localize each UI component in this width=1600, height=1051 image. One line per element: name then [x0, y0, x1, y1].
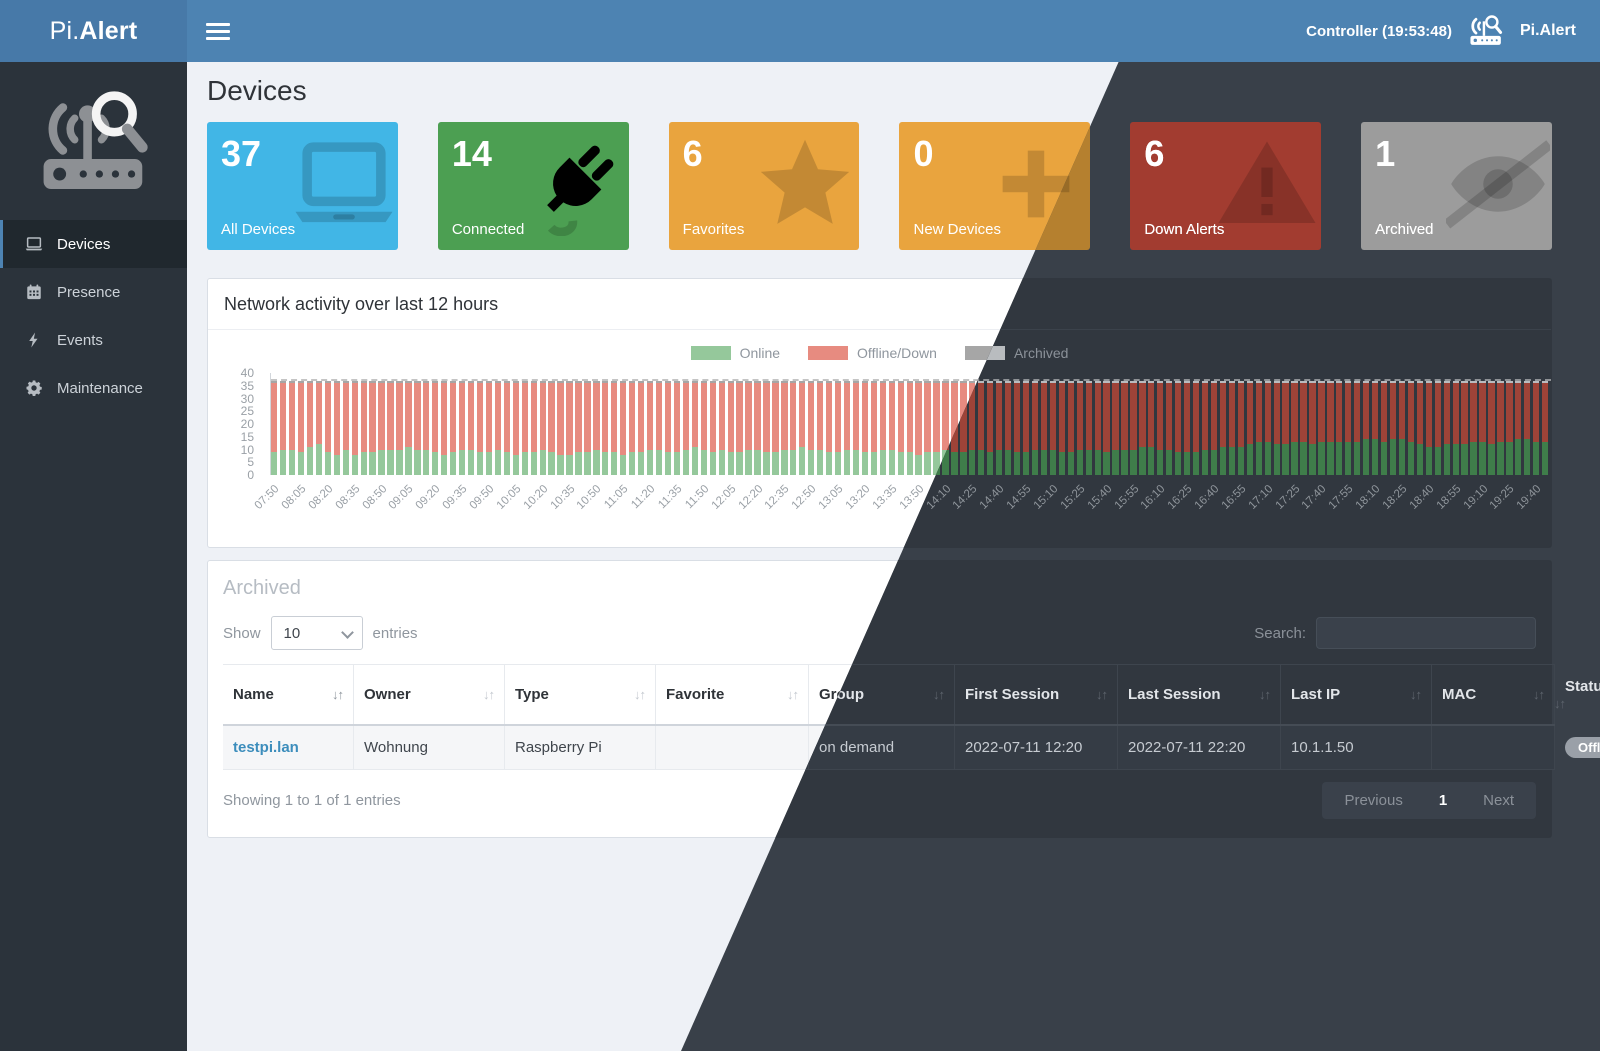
card-value: 37 [221, 135, 384, 173]
top-navbar: Pi.Alert Controller (19:53:48) [0, 0, 1600, 62]
entries-select[interactable]: 10 [271, 616, 363, 650]
cell-last-session: 2022-07-11 22:20 [1118, 725, 1281, 770]
sidebar-item-maintenance[interactable]: Maintenance [0, 364, 187, 412]
sort-icon: ↓↑ [1533, 687, 1544, 702]
sidebar-toggle-button[interactable] [206, 23, 230, 40]
cell-mac [1432, 725, 1555, 770]
brand-logo[interactable]: Pi.Alert [0, 0, 187, 62]
card-all-devices[interactable]: 37 All Devices [207, 122, 398, 250]
sidebar: Devices Presence Events Maintenance [0, 62, 187, 1051]
sort-icon: ↓↑ [787, 687, 798, 702]
sidebar-item-label: Events [57, 332, 103, 349]
card-value: 14 [452, 135, 615, 173]
column-header-last-ip[interactable]: Last IP↓↑ [1281, 665, 1432, 726]
cell-favorite [656, 725, 809, 770]
sort-icon: ↓↑ [332, 687, 343, 702]
card-label: Down Alerts [1144, 221, 1224, 238]
pialert-router-search-icon [1467, 13, 1505, 49]
cell-name[interactable]: testpi.lan [223, 725, 354, 770]
sidebar-item-label: Maintenance [57, 380, 143, 397]
sort-icon: ↓↑ [634, 687, 645, 702]
sidebar-menu: Devices Presence Events Maintenance [0, 220, 187, 412]
cell-owner: Wohnung [354, 725, 505, 770]
brand-prefix: Pi. [50, 17, 80, 46]
page-number-button[interactable]: 1 [1439, 792, 1447, 809]
card-connected[interactable]: 14 Connected [438, 122, 629, 250]
card-favorites[interactable]: 6 Favorites [669, 122, 860, 250]
card-value: 0 [913, 135, 1076, 173]
cell-first-session: 2022-07-11 12:20 [955, 725, 1118, 770]
controller-clock: Controller (19:53:48) [1306, 23, 1452, 40]
cell-type: Raspberry Pi [505, 725, 656, 770]
device-link[interactable]: testpi.lan [233, 739, 299, 756]
brand-bold: Alert [79, 17, 137, 46]
sort-icon: ↓↑ [1096, 687, 1107, 702]
sort-icon: ↓↑ [1554, 696, 1565, 711]
status-badge: Offline [1565, 737, 1600, 758]
cell-group: on demand [809, 725, 955, 770]
entries-label: entries [373, 625, 418, 642]
column-header-type[interactable]: Type↓↑ [505, 665, 656, 726]
next-page-button[interactable]: Next [1483, 792, 1514, 809]
legend-label: Offline/Down [857, 345, 937, 361]
sidebar-item-label: Presence [57, 284, 120, 301]
column-header-favorite[interactable]: Favorite↓↑ [656, 665, 809, 726]
sort-icon: ↓↑ [1410, 687, 1421, 702]
page-length-control: Show 10 entries [223, 616, 418, 650]
card-label: Connected [452, 221, 525, 238]
column-header-first-session[interactable]: First Session↓↑ [955, 665, 1118, 726]
search-input[interactable] [1316, 617, 1536, 649]
legend-label: Online [740, 345, 780, 361]
card-label: Archived [1375, 221, 1433, 238]
card-value: 6 [683, 135, 846, 173]
online-legend-swatch [691, 346, 731, 360]
chart-y-axis: 4035302520151050 [222, 373, 262, 475]
sort-icon: ↓↑ [483, 687, 494, 702]
previous-page-button[interactable]: Previous [1344, 792, 1402, 809]
search-label: Search: [1254, 625, 1306, 642]
sidebar-item-devices[interactable]: Devices [0, 220, 187, 268]
card-value: 1 [1375, 135, 1538, 173]
calendar-icon [25, 283, 43, 301]
card-label: All Devices [221, 221, 295, 238]
gear-icon [25, 379, 43, 397]
cell-last-ip: 10.1.1.50 [1281, 725, 1432, 770]
offline-legend-swatch [808, 346, 848, 360]
card-label: Favorites [683, 221, 745, 238]
sort-icon: ↓↑ [933, 687, 944, 702]
table-search-control: Search: [1254, 617, 1536, 649]
sidebar-item-events[interactable]: Events [0, 316, 187, 364]
entries-select-wrap: 10 [271, 616, 363, 650]
show-label: Show [223, 625, 261, 642]
navbar-app-name[interactable]: Pi.Alert [1520, 22, 1576, 40]
sort-icon: ↓↑ [1259, 687, 1270, 702]
column-header-owner[interactable]: Owner↓↑ [354, 665, 505, 726]
card-value: 6 [1144, 135, 1307, 173]
legend-label: Archived [1014, 345, 1068, 361]
column-header-name[interactable]: Name↓↑ [223, 665, 354, 726]
sidebar-item-presence[interactable]: Presence [0, 268, 187, 316]
card-label: New Devices [913, 221, 1001, 238]
column-header-last-session[interactable]: Last Session↓↑ [1118, 665, 1281, 726]
laptop-icon [25, 235, 43, 253]
legend-item-offline-down[interactable]: Offline/Down [808, 345, 937, 361]
router-search-logo-icon [0, 62, 187, 220]
table-info-text: Showing 1 to 1 of 1 entries [223, 792, 401, 809]
column-header-mac[interactable]: MAC↓↑ [1432, 665, 1555, 726]
pagination: Previous 1 Next [1322, 782, 1536, 819]
sidebar-item-label: Devices [57, 236, 110, 253]
bolt-icon [25, 331, 43, 349]
legend-item-online[interactable]: Online [691, 345, 780, 361]
